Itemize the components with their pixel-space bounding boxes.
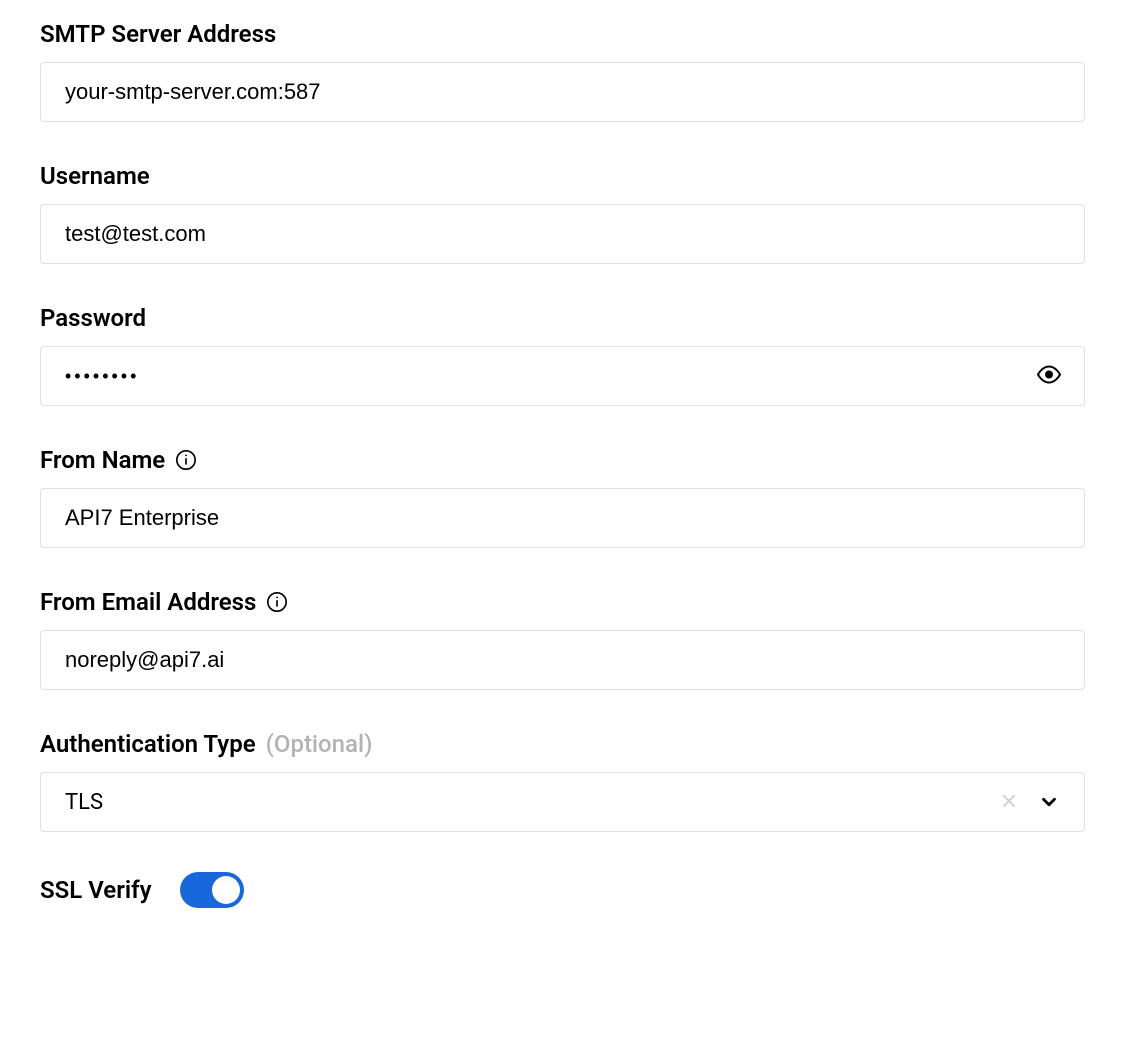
auth-type-optional: (Optional) bbox=[266, 730, 373, 758]
password-input[interactable] bbox=[40, 346, 1085, 406]
from-email-group: From Email Address bbox=[40, 588, 1085, 690]
close-icon bbox=[1000, 792, 1018, 813]
from-email-input[interactable] bbox=[40, 630, 1085, 690]
auth-type-clear-button[interactable] bbox=[996, 788, 1022, 817]
username-input[interactable] bbox=[40, 204, 1085, 264]
password-visibility-toggle[interactable] bbox=[1031, 357, 1067, 396]
smtp-address-label-text: SMTP Server Address bbox=[40, 20, 276, 48]
from-name-label: From Name bbox=[40, 446, 1085, 474]
toggle-knob bbox=[212, 876, 240, 904]
smtp-address-label: SMTP Server Address bbox=[40, 20, 1085, 48]
from-name-input[interactable] bbox=[40, 488, 1085, 548]
username-label: Username bbox=[40, 162, 1085, 190]
eye-icon bbox=[1037, 363, 1061, 390]
auth-type-group: Authentication Type (Optional) TLS bbox=[40, 730, 1085, 832]
smtp-address-input[interactable] bbox=[40, 62, 1085, 122]
info-icon[interactable] bbox=[266, 591, 288, 613]
smtp-address-group: SMTP Server Address bbox=[40, 20, 1085, 122]
username-label-text: Username bbox=[40, 162, 150, 190]
auth-type-label-text: Authentication Type bbox=[40, 730, 256, 758]
from-name-group: From Name bbox=[40, 446, 1085, 548]
auth-type-value: TLS bbox=[65, 790, 996, 815]
from-email-label-text: From Email Address bbox=[40, 588, 256, 616]
from-email-label: From Email Address bbox=[40, 588, 1085, 616]
username-group: Username bbox=[40, 162, 1085, 264]
info-icon[interactable] bbox=[175, 449, 197, 471]
password-group: Password bbox=[40, 304, 1085, 406]
password-label-text: Password bbox=[40, 304, 146, 332]
password-label: Password bbox=[40, 304, 1085, 332]
password-wrapper bbox=[40, 346, 1085, 406]
ssl-verify-toggle[interactable] bbox=[180, 872, 244, 908]
chevron-down-icon bbox=[1038, 791, 1060, 813]
ssl-verify-group: SSL Verify bbox=[40, 872, 1085, 908]
auth-type-select[interactable]: TLS bbox=[40, 772, 1085, 832]
ssl-verify-label: SSL Verify bbox=[40, 876, 152, 904]
auth-type-label: Authentication Type (Optional) bbox=[40, 730, 1085, 758]
from-name-label-text: From Name bbox=[40, 446, 165, 474]
